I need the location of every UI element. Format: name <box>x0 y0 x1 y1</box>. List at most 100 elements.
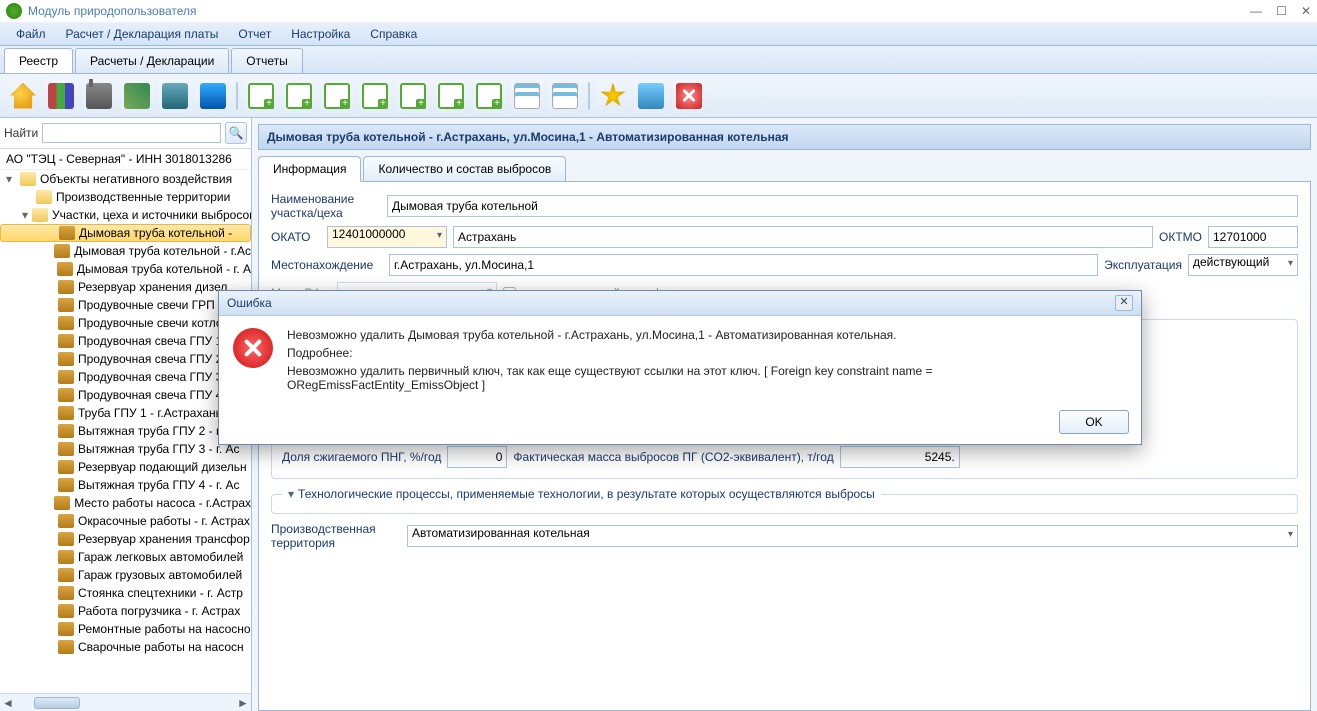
tb-doc6[interactable] <box>434 79 468 113</box>
location-input[interactable] <box>389 254 1098 276</box>
expl-select[interactable]: действующий <box>1188 254 1298 276</box>
tb-home[interactable] <box>6 79 40 113</box>
find-input[interactable] <box>42 123 221 143</box>
tree-item[interactable]: Продувочная свеча ГПУ 4 <box>0 386 251 404</box>
tree-item[interactable]: Дымовая труба котельной - <box>0 224 251 242</box>
scroll-right-icon[interactable]: ► <box>235 696 251 710</box>
minimize-button[interactable]: — <box>1250 4 1262 18</box>
doc-add-icon <box>286 83 312 109</box>
tb-factory[interactable] <box>82 79 116 113</box>
tree-node[interactable]: ▾Объекты негативного воздействия <box>0 170 251 188</box>
tb-crown[interactable] <box>596 79 630 113</box>
tree-item[interactable]: Вытяжная труба ГПУ 2 - г. Ас <box>0 422 251 440</box>
okato-text[interactable] <box>453 226 1153 248</box>
source-icon <box>58 298 74 312</box>
menu-calc[interactable]: Расчет / Декларация платы <box>56 23 229 45</box>
tb-books[interactable] <box>44 79 78 113</box>
tab-declarations[interactable]: Расчеты / Декларации <box>75 48 229 73</box>
tb-doc2[interactable] <box>282 79 316 113</box>
tree-item[interactable]: Продувочная свеча ГПУ 2 <box>0 350 251 368</box>
tab-reports[interactable]: Отчеты <box>231 48 302 73</box>
menu-report[interactable]: Отчет <box>228 23 281 45</box>
tb-doc4[interactable] <box>358 79 392 113</box>
tree-item[interactable]: Продувочная свеча ГПУ 1 <box>0 332 251 350</box>
menu-settings[interactable]: Настройка <box>281 23 360 45</box>
tree-item[interactable]: Гараж легковых автомобилей <box>0 548 251 566</box>
tree-item[interactable]: Резервуар хранения дизел <box>0 278 251 296</box>
source-icon <box>58 406 74 420</box>
menubar: Файл Расчет / Декларация платы Отчет Нас… <box>0 22 1317 46</box>
sidebar-hscrollbar[interactable]: ◄ ► <box>0 693 251 711</box>
find-button[interactable]: 🔍 <box>225 122 247 144</box>
tree-item[interactable]: Труба ГПУ 1 - г.Астрахань, ул. <box>0 404 251 422</box>
tb-doc3[interactable] <box>320 79 354 113</box>
tree-item[interactable]: Дымовая труба котельной - г. А <box>0 260 251 278</box>
tree-item[interactable]: Продувочные свечи котло <box>0 314 251 332</box>
menu-help[interactable]: Справка <box>360 23 427 45</box>
close-button[interactable]: ✕ <box>1301 4 1311 18</box>
search-icon: 🔍 <box>229 126 244 140</box>
tree-item[interactable]: Работа погрузчика - г. Астрах <box>0 602 251 620</box>
tree-item[interactable]: Стоянка спецтехники - г. Астр <box>0 584 251 602</box>
tab-registry[interactable]: Реестр <box>4 48 73 73</box>
tree-item[interactable]: Сварочные работы на насосн <box>0 638 251 656</box>
name-input[interactable] <box>387 195 1298 217</box>
sidebar: Найти 🔍 АО "ТЭЦ - Северная" - ИНН 301801… <box>0 118 252 711</box>
tb-doc5[interactable] <box>396 79 430 113</box>
tree-item[interactable]: Ремонтные работы на насосно <box>0 620 251 638</box>
itab-emissions[interactable]: Количество и состав выбросов <box>363 156 566 182</box>
source-icon <box>58 442 74 456</box>
source-icon <box>54 496 70 510</box>
tree-item[interactable]: Вытяжная труба ГПУ 4 - г. Ас <box>0 476 251 494</box>
app-title: Модуль природопользователя <box>28 4 197 18</box>
okato-label: ОКАТО <box>271 230 321 244</box>
tb-sheet2[interactable] <box>548 79 582 113</box>
tb-sheet[interactable] <box>510 79 544 113</box>
factory-icon <box>86 83 112 109</box>
tree-item[interactable]: Гараж грузовых автомобилей <box>0 566 251 584</box>
tree-item[interactable]: Вытяжная труба ГПУ 3 - г. Ас <box>0 440 251 458</box>
tree-item[interactable]: Продувочная свеча ГПУ 3 <box>0 368 251 386</box>
folder-icon <box>36 190 52 204</box>
tree-item[interactable]: Продувочные свечи ГРП - <box>0 296 251 314</box>
itab-info[interactable]: Информация <box>258 156 361 182</box>
tb-doc1[interactable] <box>244 79 278 113</box>
tree-node[interactable]: ▾Участки, цеха и источники выбросов <box>0 206 251 224</box>
tb-save[interactable] <box>634 79 668 113</box>
tree-node[interactable]: Производственные территории <box>0 188 251 206</box>
tree: ▾Объекты негативного воздействия Произво… <box>0 170 251 693</box>
prod-select[interactable]: Автоматизированная котельная <box>407 525 1298 547</box>
tree-item[interactable]: Окрасочные работы - г. Астрах <box>0 512 251 530</box>
oktmo-input[interactable] <box>1208 226 1298 248</box>
tree-root[interactable]: АО "ТЭЦ - Северная" - ИНН 3018013286 <box>0 149 251 170</box>
scroll-left-icon[interactable]: ◄ <box>0 696 16 710</box>
tb-pipe[interactable] <box>120 79 154 113</box>
doc-add-icon <box>438 83 464 109</box>
books-icon <box>48 83 74 109</box>
tree-item[interactable]: Резервуар подающий дизельн <box>0 458 251 476</box>
source-icon <box>58 622 74 636</box>
tree-item[interactable]: Место работы насоса - г.Астрах <box>0 494 251 512</box>
dialog-close-button[interactable]: ✕ <box>1115 295 1133 311</box>
mass-input[interactable] <box>840 446 960 468</box>
tb-barrel[interactable] <box>158 79 192 113</box>
barrel-icon <box>162 83 188 109</box>
share-input[interactable] <box>447 446 507 468</box>
tb-delete[interactable] <box>672 79 706 113</box>
tb-doc7[interactable] <box>472 79 506 113</box>
error-dialog: Ошибка ✕ Невозможно удалить Дымовая труб… <box>218 290 1142 445</box>
source-icon <box>58 514 74 528</box>
menu-file[interactable]: Файл <box>6 23 56 45</box>
scroll-thumb[interactable] <box>34 697 80 709</box>
tb-barrel2[interactable] <box>196 79 230 113</box>
ok-button[interactable]: OK <box>1059 410 1129 434</box>
name-label: Наименование участка/цеха <box>271 192 381 220</box>
prod-label: Производственная территория <box>271 522 401 550</box>
source-icon <box>58 478 74 492</box>
collapse-icon[interactable]: ▾ <box>288 487 294 501</box>
tree-item[interactable]: Резервуар хранения трансфор <box>0 530 251 548</box>
doc-add-icon <box>400 83 426 109</box>
maximize-button[interactable]: ☐ <box>1276 4 1287 18</box>
tree-item[interactable]: Дымовая труба котельной - г.Ас <box>0 242 251 260</box>
okato-select[interactable]: 12401000000 <box>327 226 447 248</box>
